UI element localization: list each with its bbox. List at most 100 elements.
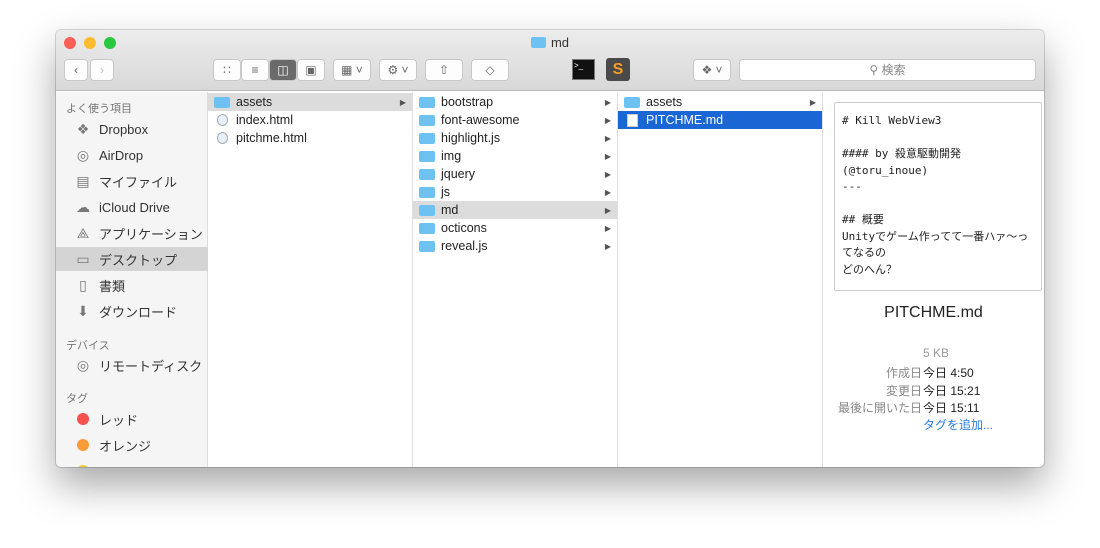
preview-text: # Kill WebView3 #### by 殺意駆動開発 (@toru_in… [834,102,1042,291]
file-row[interactable]: img ▶ [413,147,617,165]
file-row[interactable]: js ▶ [413,183,617,201]
folder-icon [214,96,230,108]
created-value: 今日 4:50 [923,366,974,380]
file-name: PITCHME.md [646,113,724,127]
sidebar-item[interactable]: ▭ デスクトップ [56,247,208,271]
file-name: img [441,149,462,163]
sidebar-item-remote-disc[interactable]: ◎ リモートディスク [56,353,208,377]
file-name: md [441,203,459,217]
file-row[interactable]: reveal.js ▶ [413,237,617,255]
sidebar-item[interactable]: ▯ 書類 [56,273,208,297]
tag-color-icon [77,465,89,467]
sidebar-item[interactable]: ⬇ ダウンロード [56,299,208,323]
disclosure-arrow-icon: ▶ [604,151,611,161]
sidebar-item-label: Dropbox [99,121,149,137]
devices-header: デバイス [66,340,110,352]
file-name: assets [236,95,273,109]
favorites-header: よく使う項目 [66,103,132,115]
folder-icon [419,150,435,162]
sublime-text-icon[interactable]: S [606,58,630,81]
cloud-icon: ☁ [76,198,90,215]
dropbox-icon: ❖ [76,120,90,137]
sidebar-tag[interactable]: レッド [56,407,208,431]
column-view-button[interactable]: ◫ [269,59,297,81]
folder-icon [419,114,435,126]
all-files-icon: ▤ [76,172,90,189]
file-row[interactable]: highlight.js ▶ [413,129,617,147]
tag-color-icon [77,439,89,451]
tags-header: タグ [66,393,88,405]
sidebar-tag[interactable]: イエロー [56,459,208,467]
sidebar: よく使う項目 ❖ Dropbox ◎ AirDrop ▤ マイファイル ☁ iCloud Dr… [56,92,208,467]
folder-icon [419,240,435,252]
sidebar-tag[interactable]: オレンジ [56,433,208,457]
tag-button[interactable]: ◇ [471,59,509,81]
file-name: reveal.js [441,239,488,253]
file-row[interactable]: PITCHME.md [618,111,822,129]
sidebar-item-label: レッド [99,412,139,428]
disclosure-arrow-icon: ▶ [604,223,611,233]
icon-view-button[interactable]: ∷ [213,59,241,81]
sidebar-item[interactable]: ◎ AirDrop [56,143,208,167]
file-row[interactable]: jquery ▶ [413,165,617,183]
search-input[interactable]: ⚲ 検索 [739,59,1036,81]
file-info: 5 KB 作成日 今日 4:50 変更日 今日 15:21 最後に開いた日 今日… [823,346,1044,436]
sidebar-item[interactable]: ☁ iCloud Drive [56,195,208,219]
file-row[interactable]: md ▶ [413,201,617,219]
forward-button[interactable]: › [90,59,114,81]
disclosure-arrow-icon: ▶ [399,97,406,107]
finder-window: md ‹ › ∷ ≡ ◫ ▣ ▦ ˅ ⚙ ˅ ⇧ ◇ >_ S ❖ ˅ ⚲ 検索… [56,30,1044,467]
folder-icon [624,96,640,108]
disclosure-arrow-icon: ▶ [604,187,611,197]
sidebar-item[interactable]: ▤ マイファイル [56,169,208,193]
disclosure-arrow-icon: ▶ [604,115,611,125]
add-tags-link[interactable]: タグを追加... [923,416,993,433]
list-view-button[interactable]: ≡ [241,59,269,81]
opened-label: 最後に開いた日 [837,401,922,415]
opened-value: 今日 15:11 [923,401,980,415]
sidebar-item-label: イエロー [99,462,151,468]
gallery-view-button[interactable]: ▣ [297,59,325,81]
terminal-icon[interactable]: >_ [572,59,595,80]
file-row[interactable]: index.html [208,111,412,129]
dropbox-button[interactable]: ❖ ˅ [693,59,731,81]
back-button[interactable]: ‹ [64,59,88,81]
sidebar-item[interactable]: ⟁ アプリケーション [56,221,208,245]
file-row[interactable]: pitchme.html [208,129,412,147]
desktop-icon: ▭ [76,250,90,267]
file-name: assets [646,95,683,109]
disclosure-arrow-icon: ▶ [604,241,611,251]
markdown-file-icon [627,113,638,127]
file-name: highlight.js [441,131,501,145]
sidebar-item-label: AirDrop [99,147,144,163]
file-name: pitchme.html [236,131,307,145]
folder-icon [530,37,546,48]
title-text: md [550,35,570,50]
file-name: bootstrap [441,95,494,109]
disclosure-arrow-icon: ▶ [809,97,816,107]
download-icon: ⬇ [77,302,89,319]
file-row[interactable]: assets ▶ [208,93,412,111]
sidebar-item[interactable]: ❖ Dropbox [56,117,208,141]
folder-icon [419,222,435,234]
sidebar-item-label: オレンジ [99,438,152,454]
file-row[interactable]: font-awesome ▶ [413,111,617,129]
share-button[interactable]: ⇧ [425,59,463,81]
folder-icon [419,204,435,216]
sidebar-item-label: アプリケーション [99,226,203,242]
html-file-icon [217,114,228,126]
sidebar-item-label: デスクトップ [99,252,178,268]
file-row[interactable]: bootstrap ▶ [413,93,617,111]
file-name: font-awesome [441,113,520,127]
disclosure-arrow-icon: ▶ [604,97,611,107]
modified-value: 今日 15:21 [923,384,981,398]
folder-icon [419,96,435,108]
action-gear-button[interactable]: ⚙ ˅ [379,59,417,81]
applications-icon: ⟁ [76,224,90,241]
arrange-button[interactable]: ▦ ˅ [333,59,371,81]
column-1: assets ▶ index.html pitchme.html [208,92,413,467]
file-row[interactable]: octicons ▶ [413,219,617,237]
file-row[interactable]: assets ▶ [618,93,822,111]
file-size: 5 KB [923,346,950,360]
documents-icon: ▯ [79,276,87,293]
